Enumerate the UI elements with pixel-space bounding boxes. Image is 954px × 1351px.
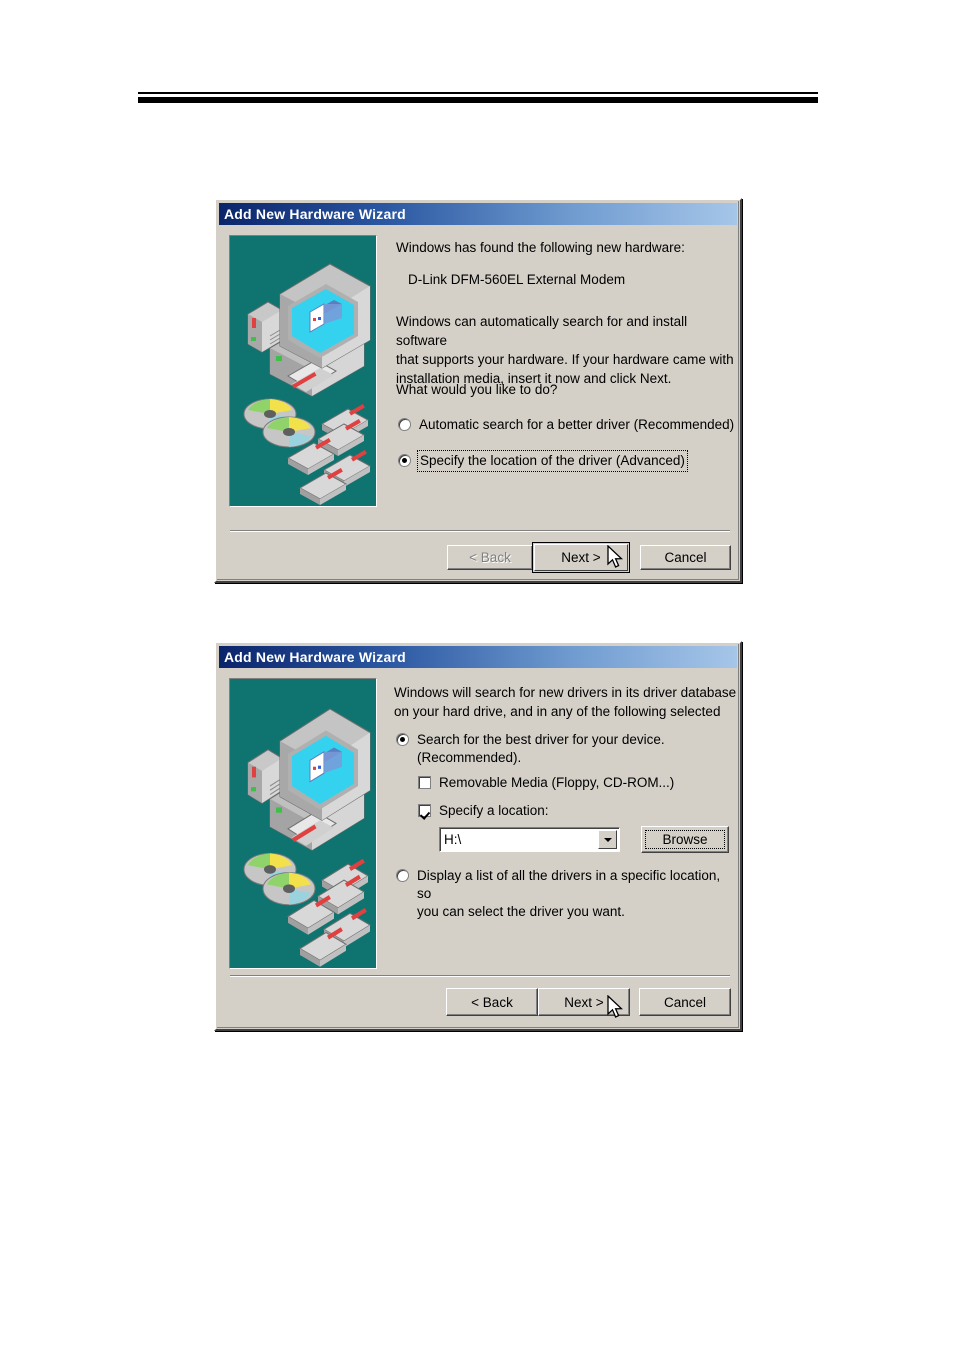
cancel-button[interactable]: Cancel — [639, 988, 731, 1016]
add-new-hardware-wizard-dialog-1[interactable]: Add New Hardware Wizard Windows has foun… — [214, 198, 742, 583]
checkbox-removable-media-label: Removable Media (Floppy, CD-ROM...) — [439, 775, 675, 790]
back-button[interactable]: < Back — [447, 545, 533, 570]
window-title: Add New Hardware Wizard — [224, 649, 406, 665]
radio-automatic-search-indicator[interactable] — [398, 418, 411, 431]
chevron-down-icon[interactable] — [598, 830, 617, 849]
checkbox-removable-media-indicator[interactable] — [418, 776, 431, 789]
titlebar-dialog-1[interactable]: Add New Hardware Wizard — [219, 203, 737, 225]
add-new-hardware-wizard-dialog-2[interactable]: Add New Hardware Wizard Windows will sea… — [214, 641, 742, 1031]
next-button-label: Next > — [561, 550, 601, 565]
radio-specify-location[interactable]: Specify the location of the driver (Adva… — [398, 450, 688, 472]
radio-automatic-search-label: Automatic search for a better driver (Re… — [419, 417, 735, 432]
browse-button[interactable]: Browse — [641, 826, 729, 853]
computer-media-illustration-icon — [230, 236, 376, 506]
titlebar-dialog-2[interactable]: Add New Hardware Wizard — [219, 646, 737, 668]
button-bar-separator — [230, 975, 730, 977]
checkbox-specify-location-indicator[interactable] — [418, 804, 431, 817]
cancel-button-label: Cancel — [663, 994, 707, 1010]
wizard-graphic-panel — [229, 678, 377, 969]
computer-media-illustration-icon — [230, 679, 376, 968]
checkbox-removable-media[interactable]: Removable Media (Floppy, CD-ROM...) — [418, 774, 674, 792]
location-combobox-value: H:\ — [444, 832, 462, 847]
radio-specify-location-indicator[interactable] — [398, 454, 411, 467]
back-button-label: < Back — [471, 994, 513, 1010]
location-combobox[interactable]: H:\ — [439, 827, 620, 852]
radio-search-best-driver-indicator[interactable] — [396, 733, 409, 746]
radio-search-best-driver-label: Search for the best driver for your devi… — [417, 732, 665, 765]
browse-button-label: Browse — [662, 832, 708, 847]
radio-display-driver-list-label: Display a list of all the drivers in a s… — [417, 868, 721, 919]
wizard-question: What would you like to do? — [396, 382, 558, 397]
next-button-label: Next > — [564, 994, 604, 1010]
found-device-name: D-Link DFM-560EL External Modem — [408, 272, 626, 287]
back-button-label: < Back — [469, 550, 511, 565]
radio-search-best-driver[interactable]: Search for the best driver for your devi… — [396, 731, 726, 767]
radio-automatic-search[interactable]: Automatic search for a better driver (Re… — [398, 416, 734, 434]
rule-thick — [138, 97, 818, 103]
radio-specify-location-label: Specify the location of the driver (Adva… — [417, 450, 688, 472]
back-button[interactable]: < Back — [446, 988, 538, 1016]
next-button[interactable]: Next > — [532, 542, 630, 573]
checkbox-specify-location-label: Specify a location: — [439, 803, 549, 818]
wizard-graphic-panel — [229, 235, 377, 507]
wizard-description: Windows can automatically search for and… — [396, 314, 734, 386]
cancel-button-label: Cancel — [664, 550, 707, 565]
radio-display-driver-list[interactable]: Display a list of all the drivers in a s… — [396, 867, 736, 921]
button-bar-separator — [230, 530, 730, 532]
wizard-description: Windows will search for new drivers in i… — [394, 685, 737, 719]
window-title: Add New Hardware Wizard — [224, 206, 406, 222]
radio-display-driver-list-indicator[interactable] — [396, 869, 409, 882]
next-button[interactable]: Next > — [538, 988, 630, 1016]
page-header-rule — [138, 92, 818, 103]
cancel-button[interactable]: Cancel — [640, 545, 731, 570]
checkbox-specify-location[interactable]: Specify a location: — [418, 802, 549, 820]
found-hardware-intro: Windows has found the following new hard… — [396, 240, 685, 255]
